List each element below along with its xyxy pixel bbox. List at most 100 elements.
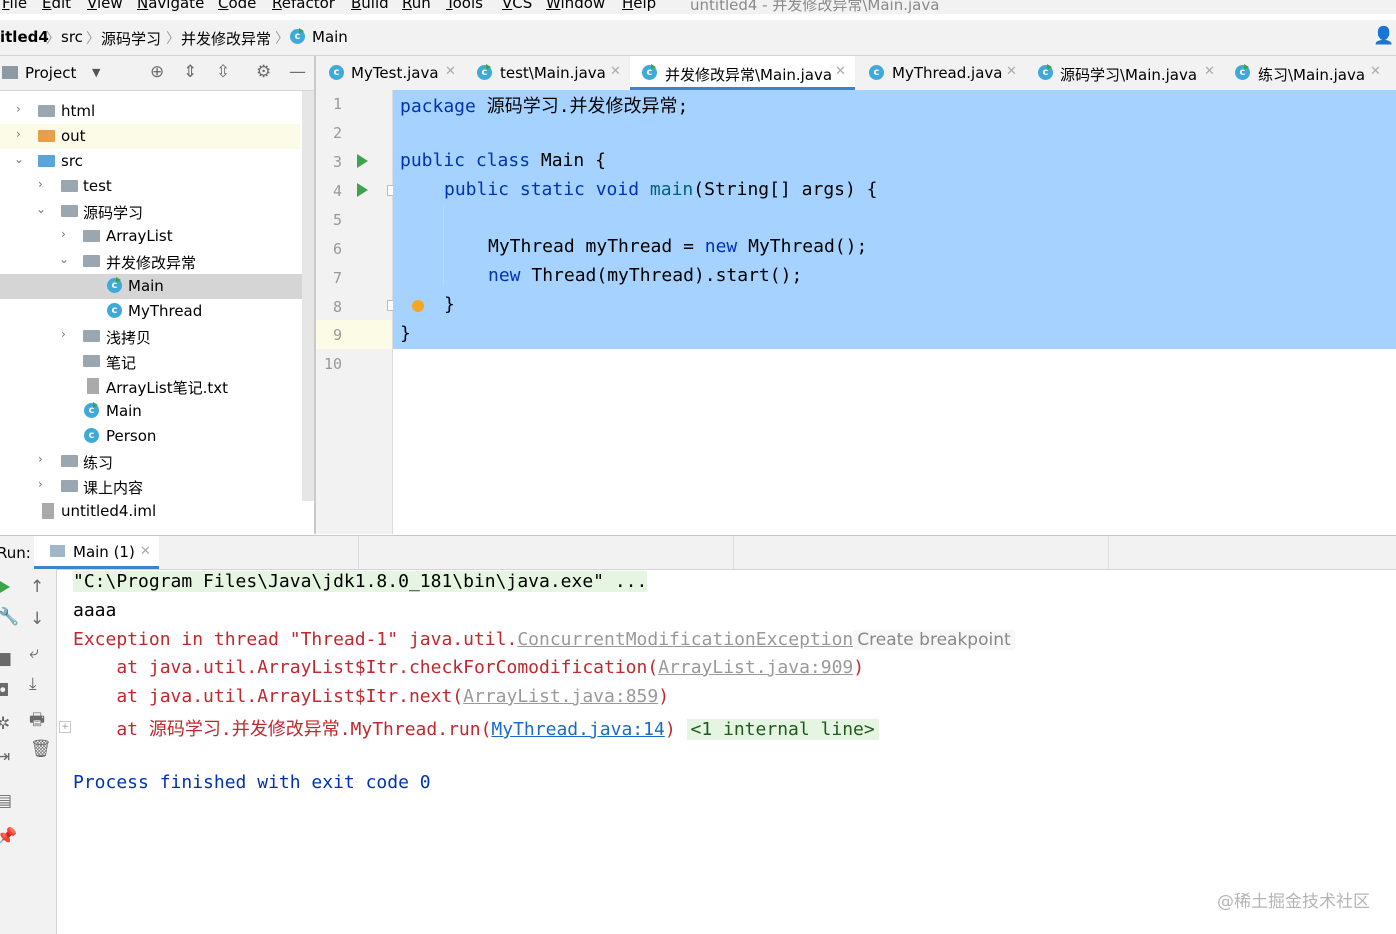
tab-test-main[interactable]: c test\Main.java ✕: [465, 56, 630, 90]
tab-concurrent-main[interactable]: c 并发修改异常\Main.java ✕: [630, 56, 855, 90]
user-icon[interactable]: 👤: [1373, 26, 1394, 46]
run-gutter-icon[interactable]: [357, 183, 368, 197]
expand-all-icon[interactable]: ⇕: [183, 62, 197, 82]
menu-tools[interactable]: Tools: [446, 0, 483, 12]
scroll-to-end-icon[interactable]: ⤓: [29, 674, 37, 694]
close-icon[interactable]: ✕: [835, 64, 846, 79]
tree-item-mythread[interactable]: c MyThread: [0, 299, 300, 324]
tab-practice-main[interactable]: c 练习\Main.java ✕: [1219, 56, 1396, 90]
close-icon[interactable]: ✕: [445, 64, 456, 79]
code-line-6[interactable]: MyThread myThread = new MyThread();: [488, 236, 867, 257]
tree-item-person[interactable]: c Person: [0, 424, 300, 449]
menu-file[interactable]: File: [2, 0, 27, 12]
chevron-right-icon[interactable]: ›: [16, 127, 21, 141]
soft-wrap-icon[interactable]: ⤶: [29, 643, 39, 663]
source-link[interactable]: ArrayList.java:859: [463, 686, 658, 707]
tree-scrollbar[interactable]: [302, 91, 314, 501]
code-line-4[interactable]: public static void main(String[] args) {: [444, 179, 878, 200]
locate-icon[interactable]: ⊕: [150, 62, 164, 82]
rerun-icon[interactable]: [0, 581, 10, 593]
menu-window[interactable]: Window: [546, 0, 605, 12]
chevron-down-icon[interactable]: ▼: [92, 66, 100, 79]
chevron-right-icon[interactable]: ›: [16, 102, 21, 116]
trash-icon[interactable]: 🗑: [30, 739, 52, 759]
print-icon[interactable]: 🖶: [29, 707, 45, 736]
chevron-right-icon[interactable]: ›: [61, 227, 66, 241]
chevron-down-icon[interactable]: ⌄: [36, 202, 46, 216]
tree-item-class-content[interactable]: › 课上内容: [0, 474, 300, 499]
tree-item-test[interactable]: › test: [0, 174, 300, 199]
stop-icon[interactable]: ■: [0, 649, 12, 669]
code-line-7[interactable]: new Thread(myThread).start();: [488, 265, 802, 286]
chevron-down-icon[interactable]: ⌄: [14, 152, 24, 166]
chevron-right-icon[interactable]: ›: [38, 452, 43, 466]
tree-item-html[interactable]: › html: [0, 99, 300, 124]
internal-lines-fold[interactable]: <1 internal line>: [686, 719, 879, 740]
tree-item-out[interactable]: › out: [0, 124, 300, 149]
menu-edit[interactable]: Edit: [42, 0, 71, 12]
code-line-3[interactable]: public class Main {: [400, 150, 606, 171]
menu-refactor[interactable]: Refactor: [272, 0, 335, 12]
expand-icon[interactable]: +: [59, 721, 71, 733]
menu-vcs[interactable]: VCS: [502, 0, 532, 12]
tree-item-shallow-copy[interactable]: › 浅拷贝: [0, 324, 300, 349]
tab-mytest[interactable]: c MyTest.java ✕: [316, 56, 465, 90]
source-link[interactable]: MyThread.java:14: [491, 719, 664, 740]
close-icon[interactable]: ✕: [1006, 64, 1017, 79]
wrench-icon[interactable]: 🔧: [0, 607, 19, 627]
camera-icon[interactable]: ◘: [0, 681, 9, 701]
tree-item-notes-txt[interactable]: ArrayList笔记.txt: [0, 374, 300, 399]
tree-item-arraylist[interactable]: › ArrayList: [0, 224, 300, 249]
close-icon[interactable]: ✕: [140, 544, 151, 559]
run-tab-main[interactable]: Main (1) ✕: [34, 536, 159, 569]
menu-code[interactable]: Code: [218, 0, 256, 12]
down-arrow-icon[interactable]: ↓: [30, 609, 44, 629]
code-line-8[interactable]: }: [444, 294, 455, 315]
settings-icon[interactable]: ✲: [0, 714, 10, 734]
tree-label: 笔记: [106, 354, 137, 372]
pin-icon[interactable]: 📌: [0, 827, 17, 847]
menu-build[interactable]: Build: [351, 0, 389, 12]
menu-view[interactable]: View: [87, 0, 123, 12]
tree-item-source-study[interactable]: ⌄ 源码学习: [0, 199, 300, 224]
tree-item-main-selected[interactable]: c Main: [0, 274, 314, 299]
chevron-right-icon[interactable]: ›: [38, 477, 43, 491]
project-view-label[interactable]: Project: [25, 64, 76, 82]
close-icon[interactable]: ✕: [610, 64, 621, 79]
console-command-line[interactable]: "C:\Program Files\Java\jdk1.8.0_181\bin\…: [73, 571, 648, 592]
menu-navigate[interactable]: Navigate: [137, 0, 204, 12]
menu-help[interactable]: Help: [622, 0, 656, 12]
breadcrumb-src[interactable]: src: [61, 28, 83, 46]
close-icon[interactable]: ✕: [1370, 64, 1381, 79]
breadcrumb-package-2[interactable]: 并发修改异常: [181, 28, 271, 49]
run-gutter-icon[interactable]: [357, 154, 368, 168]
up-arrow-icon[interactable]: ↑: [30, 577, 44, 597]
close-icon[interactable]: ✕: [1204, 64, 1215, 79]
menu-run[interactable]: Run: [402, 0, 431, 12]
tree-item-notes[interactable]: 笔记: [0, 349, 300, 374]
gear-icon[interactable]: ⚙: [256, 62, 271, 82]
layout-icon[interactable]: ▤: [0, 791, 12, 811]
exit-icon[interactable]: ⇥: [0, 747, 10, 767]
create-breakpoint-link[interactable]: Create breakpoint: [853, 630, 1015, 650]
chevron-down-icon[interactable]: ⌄: [59, 252, 69, 266]
tab-mythread[interactable]: c MyThread.java ✕: [855, 56, 1022, 90]
collapse-all-icon[interactable]: ⇳: [216, 62, 230, 82]
tree-item-main[interactable]: c Main: [0, 399, 300, 424]
source-link[interactable]: ArrayList.java:909: [658, 657, 853, 678]
breadcrumb-class[interactable]: Main: [312, 28, 348, 46]
tree-item-src[interactable]: ⌄ src: [0, 149, 300, 174]
code-line-9[interactable]: }: [400, 323, 411, 344]
tab-source-main[interactable]: c 源码学习\Main.java ✕: [1022, 56, 1219, 90]
lightbulb-icon[interactable]: [412, 300, 424, 312]
chevron-right-icon[interactable]: ›: [38, 177, 43, 191]
minimize-icon[interactable]: —: [289, 62, 306, 82]
tree-item-concurrent-mod[interactable]: ⌄ 并发修改异常: [0, 249, 300, 274]
breadcrumb-package-1[interactable]: 源码学习: [101, 28, 161, 49]
tree-item-iml[interactable]: untitled4.iml: [0, 499, 300, 524]
tree-item-practice[interactable]: › 练习: [0, 449, 300, 474]
exception-class-link[interactable]: ConcurrentModificationException: [517, 629, 853, 650]
breadcrumb-project[interactable]: itled4: [0, 28, 49, 46]
chevron-right-icon[interactable]: ›: [61, 327, 66, 341]
code-line-1[interactable]: package 源码学习.并发修改异常;: [400, 92, 688, 118]
